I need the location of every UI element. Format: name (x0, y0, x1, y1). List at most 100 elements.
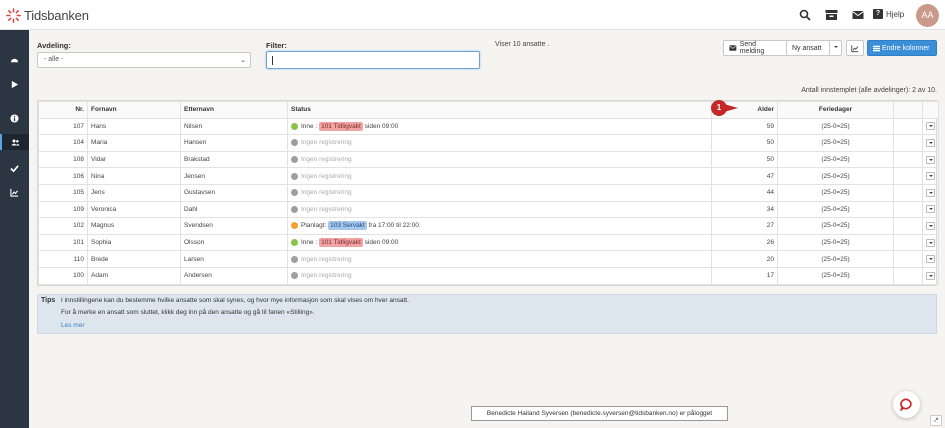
cell-last-name: Nilsen (180, 117, 288, 136)
statistics-button[interactable] (846, 40, 864, 56)
status-dot-in (291, 122, 298, 130)
row-menu-dropdown[interactable] (926, 221, 935, 230)
cell-spacer (893, 217, 923, 235)
cell-status: Inne : 101 Tidligvakt siden 09:00 (287, 117, 712, 136)
cell-last-name: Dahl (180, 200, 288, 219)
cell-vacation: (25-0=25) (777, 134, 894, 152)
annotation-marker: 1 (711, 100, 743, 116)
envelope-icon[interactable] (852, 9, 864, 21)
status-dot-none (291, 272, 298, 280)
table-row[interactable]: 102 Magnus Svendsen Planlagt: 103 Servakt f… (38, 217, 939, 235)
table-row[interactable]: 106 Nina Jensen Ingen registrering 47 (25-0=2… (38, 167, 939, 185)
change-columns-button[interactable]: Endre kolonner (867, 40, 937, 56)
inbox-icon[interactable] (825, 9, 838, 21)
cell-nr: 101 (38, 233, 88, 252)
sidebar-item-reports[interactable] (0, 184, 29, 200)
row-menu-dropdown[interactable] (926, 188, 935, 197)
cell-last-name: Brakstad (180, 150, 288, 169)
status-suffix: siden 09:00 (364, 122, 399, 130)
cell-nr: 104 (38, 134, 88, 152)
cell-vacation: (25-0=25) (777, 117, 894, 136)
sidebar-item-approve[interactable] (0, 160, 29, 176)
col-header-status[interactable]: Status (287, 101, 712, 119)
row-menu-dropdown[interactable] (926, 205, 935, 214)
cell-spacer (893, 117, 923, 136)
row-menu-dropdown[interactable] (926, 172, 935, 181)
cell-last-name: Gustavsen (180, 183, 288, 202)
cell-vacation: (25-0=25) (777, 150, 894, 169)
department-select[interactable]: - alle - ⌄ (37, 52, 251, 68)
chevron-down-icon: ⌄ (240, 57, 246, 64)
cell-first-name: Veronica (87, 200, 181, 219)
row-menu-dropdown[interactable] (926, 271, 935, 280)
logged-in-status: Benedicte Hailand Syversen (benedicte.sy… (471, 406, 728, 421)
new-employee-label: Ny ansatt (792, 44, 822, 52)
row-menu-dropdown[interactable] (926, 138, 935, 147)
cell-first-name: Nina (87, 167, 181, 185)
cell-last-name: Hansen (180, 134, 288, 152)
table-row[interactable]: 108 Vidar Brakstad Ingen registrering 50 (25-… (38, 150, 939, 169)
cell-first-name: Magnus (87, 217, 181, 235)
info-icon (10, 113, 19, 123)
table-row[interactable]: 100 Adam Andersen Ingen registrering 17 (25-0… (38, 266, 939, 285)
status-prefix: Planlagt: (301, 222, 327, 230)
cell-last-name: Jensen (180, 167, 288, 185)
cell-age: 34 (711, 200, 778, 219)
sidebar-item-employees[interactable] (0, 134, 29, 150)
department-value: - alle - (44, 56, 64, 63)
question-icon: ? (873, 9, 883, 19)
col-header-nr[interactable]: Nr. (38, 101, 88, 119)
col-header-spacer (893, 101, 923, 119)
sidebar-item-info[interactable] (0, 110, 29, 126)
table-row[interactable]: 110 Brede Larsen Ingen registrering 20 (25-0=… (38, 250, 939, 268)
department-label: Avdeling: (37, 41, 71, 50)
cell-age: 59 (711, 117, 778, 136)
search-icon[interactable] (799, 9, 811, 21)
table-row[interactable]: 105 Jens Gustavsen Ingen registrering 44 (25-… (38, 183, 939, 202)
send-message-button[interactable]: Send melding (723, 40, 787, 56)
cell-age: 44 (711, 183, 778, 202)
new-employee-button[interactable]: Ny ansatt (787, 40, 830, 56)
new-employee-dropdown[interactable] (830, 40, 842, 56)
cell-actions (922, 200, 939, 219)
dashboard-icon (10, 58, 19, 62)
caret-down-icon (832, 44, 839, 52)
cell-vacation: (25-0=25) (777, 183, 894, 202)
cell-first-name: Hans (87, 117, 181, 136)
filter-input[interactable] (266, 51, 480, 69)
chat-button[interactable] (893, 391, 920, 418)
sidebar-item-play[interactable] (0, 76, 29, 92)
help-button[interactable]: ? Hjelp (873, 9, 904, 19)
cell-last-name: Olsson (180, 233, 288, 252)
row-menu-dropdown[interactable] (926, 155, 935, 164)
cell-status: Ingen registrering (287, 150, 712, 169)
table-row[interactable]: 107 Hans Nilsen Inne : 101 Tidligvakt siden… (38, 117, 939, 136)
punched-in-count: Antall innstemplet (alle avdelinger): 2 … (801, 87, 937, 94)
tips-line-2: For å merke en ansatt som sluttet, klikk… (61, 309, 315, 316)
row-menu-dropdown[interactable] (926, 255, 935, 264)
cell-spacer (893, 200, 923, 219)
cell-spacer (893, 134, 923, 152)
cell-spacer (893, 266, 923, 285)
cell-status: Ingen registrering (287, 266, 712, 285)
read-more-link[interactable]: Les mer (61, 322, 84, 329)
cell-actions (922, 266, 939, 285)
table-row[interactable]: 101 Sophia Olsson Inne : 101 Tidligvakt sid… (38, 233, 939, 252)
cell-age: 27 (711, 217, 778, 235)
table-row[interactable]: 109 Veronica Dahl Ingen registrering 34 (25-0… (38, 200, 939, 219)
filter-label: Filter: (266, 41, 287, 50)
cell-first-name: Sophia (87, 233, 181, 252)
resize-handle-icon[interactable]: ↗ (930, 415, 942, 426)
logo[interactable]: Tidsbanken (6, 7, 89, 23)
envelope-icon (729, 45, 737, 51)
row-menu-dropdown[interactable] (926, 238, 935, 247)
avatar[interactable]: AA (916, 4, 939, 27)
status-dot-planned (291, 222, 298, 230)
table-row[interactable]: 104 Maria Hansen Ingen registrering 50 (25-0=… (38, 134, 939, 152)
col-header-first-name[interactable]: Fornavn (87, 101, 181, 119)
col-header-vacation[interactable]: Feriedager (777, 101, 894, 119)
sidebar-item-dashboard[interactable] (0, 52, 29, 68)
row-menu-dropdown[interactable] (926, 122, 935, 131)
col-header-last-name[interactable]: Etternavn (180, 101, 288, 119)
status-prefix: Inne : (301, 122, 318, 130)
